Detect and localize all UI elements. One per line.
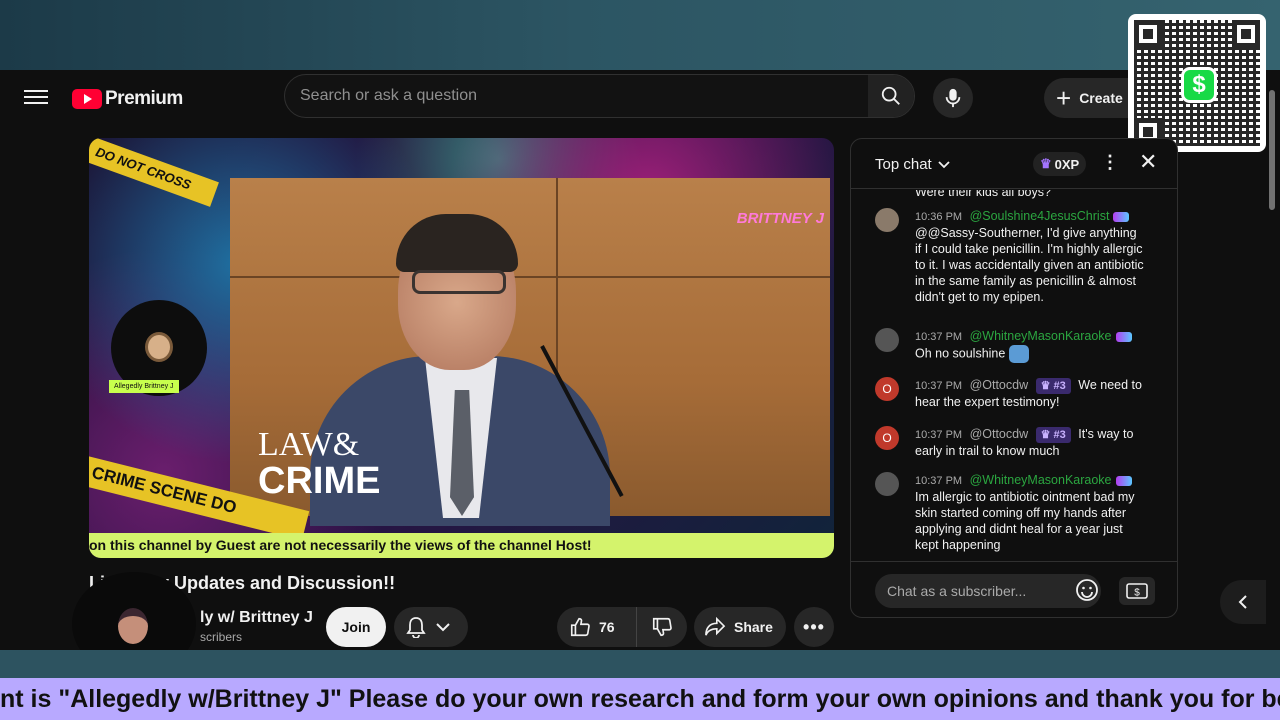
more-dots-icon: ••• (803, 616, 825, 637)
svg-text:$: $ (1134, 588, 1140, 599)
rank-badge: ♛ #3 (1035, 427, 1071, 443)
xp-badge[interactable]: ♛ 0XP (1033, 152, 1087, 176)
chat-author[interactable]: @Ottocdw (970, 427, 1029, 441)
smiley-icon (1076, 579, 1098, 601)
member-badge-icon (1115, 331, 1132, 342)
share-icon (705, 617, 726, 636)
chat-message: O 10:37 PM @Ottocdw ♛ #3 We need to hear… (875, 377, 1145, 410)
chat-messages: Were their kids all boys? 10:36 PM @Soul… (851, 190, 1177, 561)
member-badge-icon (1115, 475, 1132, 486)
courtroom-video-frame: LAW& CRIME (230, 178, 830, 526)
chevron-left-icon (1238, 595, 1247, 609)
chat-more-icon[interactable]: ⋮ (1101, 153, 1119, 171)
chat-message: O 10:37 PM @Ottocdw ♛ #3 It's way to ear… (875, 426, 1145, 459)
live-chat-panel: Top chat ♛ 0XP ⋮ ✕ Were their kids all b… (850, 138, 1178, 618)
chat-message: 10:36 PM @Soulshine4JesusChrist @@Sassy-… (875, 208, 1145, 305)
search-input[interactable] (300, 75, 860, 117)
chat-header: Top chat ♛ 0XP ⋮ ✕ (851, 139, 1177, 189)
host-avatar (145, 332, 173, 362)
search-box (284, 74, 915, 118)
notification-bell-button[interactable] (394, 607, 468, 647)
avatar (875, 472, 899, 496)
super-chat-button[interactable]: $ (1119, 577, 1155, 605)
video-player[interactable]: DO NOT CROSS LAW& CRIME BRITTNEY J Alleg… (89, 138, 834, 558)
bell-icon (406, 617, 426, 638)
subscriber-count: scribers (200, 630, 243, 644)
chat-message: 10:37 PM @WhitneyMasonKaraoke Im allergi… (875, 472, 1145, 553)
search-icon (881, 86, 900, 105)
chat-message: Were their kids all boys? (915, 190, 1051, 199)
crown-icon: ♛ (1040, 156, 1052, 171)
dislike-button[interactable] (637, 607, 687, 647)
chat-author[interactable]: @Soulshine4JesusChrist (970, 209, 1110, 223)
chat-author[interactable]: @Ottocdw (970, 378, 1029, 392)
emoji-button[interactable] (1075, 578, 1101, 604)
stream-overlay-top-band (0, 0, 1280, 70)
avatar: O (875, 426, 899, 450)
close-icon[interactable]: ✕ (1139, 151, 1157, 173)
chat-mode-dropdown[interactable]: Top chat (875, 156, 950, 173)
chat-input-area: Chat as a subscriber... $ (851, 561, 1177, 617)
more-actions-button[interactable]: ••• (794, 607, 834, 647)
thumbs-down-icon (652, 617, 672, 637)
chevron-down-icon (436, 623, 450, 632)
chat-message: 10:37 PM @WhitneyMasonKaraoke Oh no soul… (875, 328, 1145, 363)
youtube-logo[interactable]: Premium (72, 88, 183, 110)
hug-emoji-icon (1009, 345, 1030, 363)
avatar (875, 208, 899, 232)
host-name-tag: Allegedly Brittney J (109, 380, 179, 393)
thumbs-up-icon (570, 617, 590, 637)
logo-text: Premium (105, 88, 183, 109)
video-disclaimer-ticker: on this channel by Guest are not necessa… (89, 533, 834, 558)
microphone-icon (945, 88, 961, 108)
share-button[interactable]: Share (694, 607, 786, 647)
chat-author[interactable]: @WhitneyMasonKaraoke (970, 473, 1112, 487)
plus-icon: + (1056, 83, 1072, 113)
channel-name[interactable]: ly w/ Brittney J (200, 609, 313, 627)
cashapp-dollar-icon: $ (1181, 67, 1217, 103)
page-scrollbar[interactable] (1268, 78, 1276, 648)
dollar-icon: $ (1126, 583, 1148, 599)
cashapp-qr-code: $ (1128, 14, 1266, 152)
search-button[interactable] (868, 75, 914, 117)
masthead: Premium + Create (0, 70, 1280, 126)
stream-overlay-bottom-band (0, 650, 1280, 678)
join-button[interactable]: Join (326, 607, 386, 647)
stream-bottom-ticker: nt is "Allegedly w/Brittney J" Please do… (0, 678, 1280, 720)
caution-tape-top: DO NOT CROSS (89, 138, 219, 207)
expand-panel-button[interactable] (1220, 580, 1266, 624)
avatar (875, 328, 899, 352)
chat-input[interactable]: Chat as a subscriber... (875, 574, 1101, 608)
voice-search-button[interactable] (933, 78, 973, 118)
chevron-down-icon (938, 160, 950, 168)
law-and-crime-logo: LAW& CRIME (258, 426, 381, 502)
like-button[interactable]: 76 (557, 607, 637, 647)
chat-author[interactable]: @WhitneyMasonKaraoke (970, 329, 1112, 343)
youtube-play-icon (72, 89, 102, 109)
like-count: 76 (599, 619, 615, 635)
rank-badge: ♛ #3 (1035, 378, 1071, 394)
menu-icon[interactable] (22, 86, 50, 110)
create-label: Create (1079, 90, 1123, 106)
member-badge-icon (1113, 211, 1130, 222)
channel-brand-watermark: BRITTNEY J (736, 210, 824, 227)
share-label: Share (734, 619, 773, 635)
avatar: O (875, 377, 899, 401)
like-dislike-group: 76 (557, 607, 687, 647)
